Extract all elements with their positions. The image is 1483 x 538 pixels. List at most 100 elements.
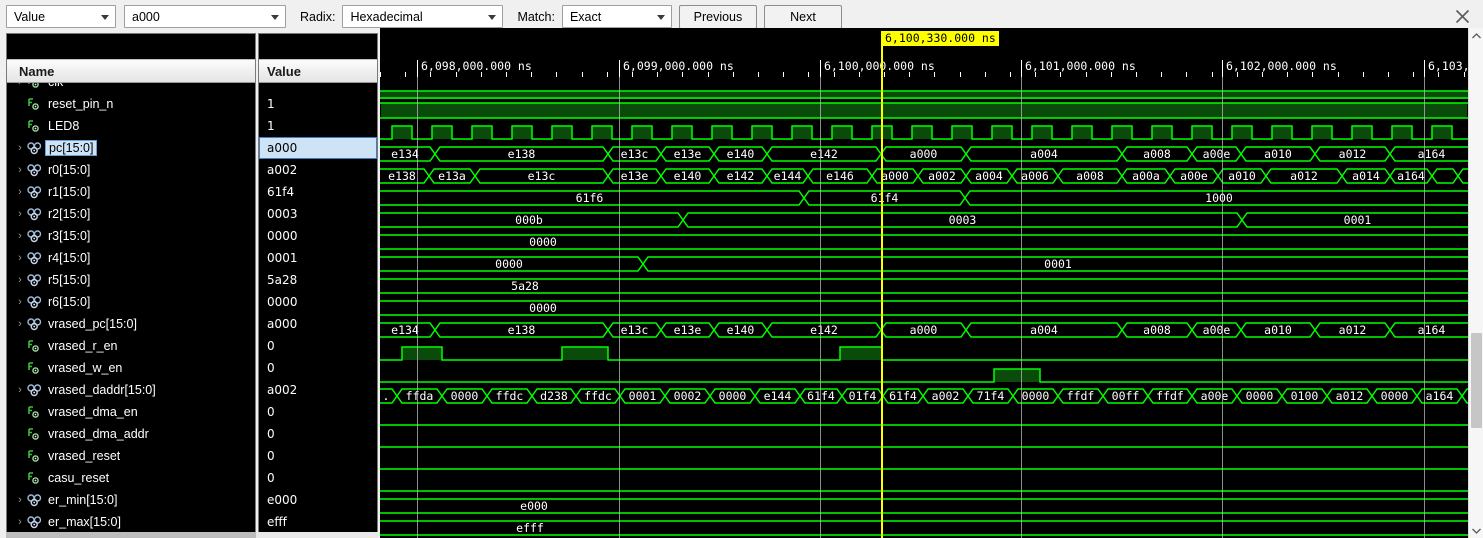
signal-value[interactable]: 1 (259, 115, 377, 137)
signal-value[interactable]: 0 (259, 335, 377, 357)
expander-icon[interactable]: › (13, 83, 27, 88)
signal-row[interactable]: › er_min[15:0] (7, 489, 255, 511)
waveform-value-label: a004 (975, 169, 1003, 183)
signal-value[interactable]: 0 (259, 357, 377, 379)
waveform-value-label: . (382, 389, 390, 403)
signal-row[interactable]: reset_pin_n (7, 93, 255, 115)
expander-icon[interactable]: › (13, 274, 27, 286)
signal-value[interactable]: e000 (259, 489, 377, 511)
signal-value[interactable]: 1 (259, 93, 377, 115)
close-icon[interactable] (1451, 5, 1473, 27)
waveform-value-label: a012 (1290, 169, 1318, 183)
expander-icon[interactable]: › (13, 494, 27, 506)
signal-value[interactable]: a002 (259, 159, 377, 181)
signal-value[interactable]: efff (259, 511, 377, 532)
signal-name: vrased_daddr[15:0] (48, 383, 156, 397)
waveform-canvas[interactable]: 6,098,000.000 ns 6,099,000.000 ns 6,100,00… (380, 28, 1468, 538)
signal-row[interactable]: › r2[15:0] (7, 203, 255, 225)
signal-value[interactable]: 0 (259, 401, 377, 423)
signal-row[interactable]: › r1[15:0] (7, 181, 255, 203)
signal-row[interactable]: vrased_dma_addr (7, 423, 255, 445)
signal-row[interactable]: › r5[15:0] (7, 269, 255, 291)
waveform-value-label: a00a (1132, 169, 1160, 183)
match-select[interactable]: Exact (561, 5, 672, 28)
signal-value[interactable]: 61f4 (259, 181, 377, 203)
signal-row[interactable]: vrased_w_en (7, 357, 255, 379)
signal-value-partial (259, 83, 377, 93)
signal-row[interactable]: › r3[15:0] (7, 225, 255, 247)
vertical-scrollbar[interactable] (1468, 28, 1483, 538)
waveform-value-label: ffda (405, 389, 434, 403)
wire-icon (27, 83, 43, 89)
bus-icon (27, 207, 43, 221)
signal-value[interactable]: 0 (259, 467, 377, 489)
signal-value[interactable]: 5a28 (259, 269, 377, 291)
signal-value[interactable]: a000 (259, 137, 377, 159)
scroll-up-icon[interactable] (1469, 28, 1483, 43)
signal-row[interactable]: › vrased_pc[15:0] (7, 313, 255, 335)
expander-icon[interactable]: › (13, 186, 27, 198)
signal-value[interactable]: 0000 (259, 225, 377, 247)
waveform-value-label: e144 (773, 169, 802, 183)
mode-select[interactable]: Value (6, 5, 116, 28)
cursor-time-label: 6,100,330.000 ns (882, 31, 999, 46)
signal-value[interactable]: 0 (259, 423, 377, 445)
signal-row[interactable]: › vrased_daddr[15:0] (7, 379, 255, 401)
bus-icon (27, 251, 43, 265)
waveform-value-label: a000 (881, 169, 909, 183)
waveform-value-label: a010 (1264, 323, 1292, 337)
previous-button[interactable]: Previous (678, 4, 757, 29)
signal-row[interactable]: › r0[15:0] (7, 159, 255, 181)
waveform-value-label: a010 (1228, 169, 1256, 183)
expander-icon[interactable]: › (13, 230, 27, 242)
scroll-down-icon[interactable] (1469, 523, 1483, 538)
signal-name: er_max[15:0] (48, 515, 121, 529)
wire-icon (27, 97, 43, 111)
signal-row[interactable]: › r6[15:0] (7, 291, 255, 313)
expander-icon[interactable]: › (13, 252, 27, 264)
mode-select-value: Value (14, 9, 46, 24)
signal-name: casu_reset (48, 471, 110, 485)
expander-icon[interactable]: › (13, 296, 27, 308)
ruler-tick-label: 6,100,000.000 ns (824, 59, 935, 73)
vertical-scrollbar-thumb[interactable] (1471, 333, 1482, 428)
signal-value[interactable]: a002 (259, 379, 377, 401)
signal-row[interactable]: casu_reset (7, 467, 255, 489)
search-value-input[interactable]: a000 (124, 5, 286, 28)
expander-icon[interactable]: › (13, 164, 27, 176)
signal-name-list[interactable]: › clk reset_pin_n LED8› pc[15:0]› r0[15:… (7, 83, 255, 532)
signal-row[interactable]: › er_max[15:0] (7, 511, 255, 532)
next-button[interactable]: Next (763, 4, 842, 29)
wire-icon (27, 449, 43, 463)
signal-row[interactable]: › pc[15:0] (7, 137, 255, 159)
grid-line (1424, 77, 1425, 538)
signal-value[interactable]: 0003 (259, 203, 377, 225)
horizontal-scrollbar-thumb[interactable] (6, 532, 256, 538)
expander-icon[interactable]: › (13, 208, 27, 220)
signal-name-panel: Name › clk reset_pin_n LED8› pc[15:0]› r… (6, 33, 256, 533)
signal-value[interactable]: 0000 (259, 291, 377, 313)
waveform-value-label: a014 (1352, 169, 1380, 183)
horizontal-scrollbar[interactable] (6, 532, 378, 538)
bus-icon (27, 515, 43, 529)
signal-row[interactable]: vrased_r_en (7, 335, 255, 357)
expander-icon[interactable]: › (13, 142, 27, 154)
signal-value[interactable]: a000 (259, 313, 377, 335)
signal-value[interactable]: 0 (259, 445, 377, 467)
signal-row[interactable]: LED8 (7, 115, 255, 137)
waveform-value-label: a00e (1180, 169, 1208, 183)
signal-row[interactable]: › r4[15:0] (7, 247, 255, 269)
radix-select[interactable]: Hexadecimal (342, 5, 504, 28)
signal-name: r2[15:0] (48, 207, 91, 221)
signal-value-list[interactable]: 1 1 a000 a002 61f4 0003 0000 0001 5a28 0000 a000 0 0… (259, 83, 377, 532)
signal-row[interactable]: vrased_reset (7, 445, 255, 467)
waveform-value-label: e13a (438, 169, 466, 183)
expander-icon[interactable]: › (13, 318, 27, 330)
signal-row-partial[interactable]: › clk (7, 83, 255, 93)
signal-name: r3[15:0] (48, 229, 91, 243)
signal-row[interactable]: vrased_dma_en (7, 401, 255, 423)
cursor-line[interactable] (881, 31, 883, 538)
signal-value[interactable]: 0001 (259, 247, 377, 269)
expander-icon[interactable]: › (13, 384, 27, 396)
expander-icon[interactable]: › (13, 516, 27, 528)
